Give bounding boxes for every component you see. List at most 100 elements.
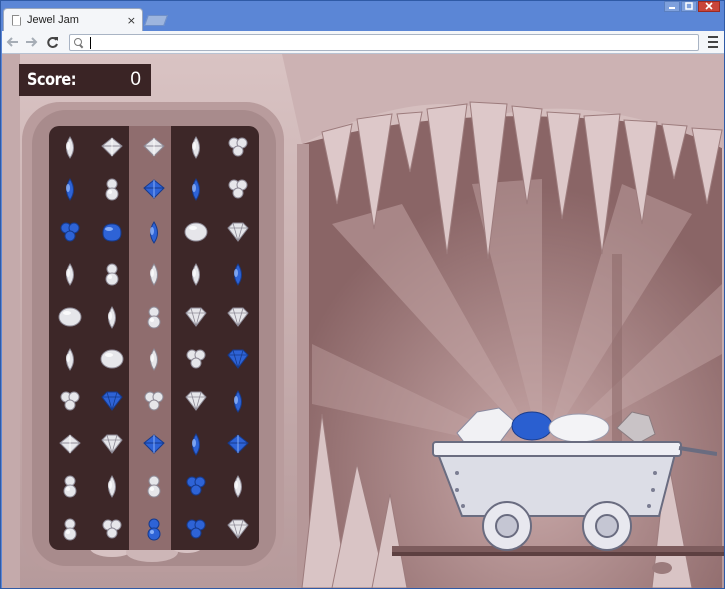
gem-cell[interactable] — [91, 465, 133, 507]
cart-gem-oval — [548, 413, 610, 443]
teardrop-blue-icon — [234, 263, 242, 287]
gem-cell[interactable] — [175, 296, 217, 338]
browser-window: Jewel Jam × Score: 0 — [0, 0, 725, 589]
cart-diamond-white — [456, 407, 516, 447]
gem-grid[interactable] — [49, 126, 259, 550]
sphere-pair-white-icon — [63, 475, 77, 498]
gem-cell[interactable] — [49, 296, 91, 338]
score-panel: Score: 0 — [19, 64, 151, 96]
gem-cell[interactable] — [175, 380, 217, 422]
gem-cell[interactable] — [217, 126, 259, 168]
address-bar[interactable] — [69, 34, 699, 51]
gem-cell[interactable] — [217, 423, 259, 465]
gem-cell[interactable] — [217, 465, 259, 507]
forward-button[interactable] — [22, 32, 42, 52]
teardrop-white-icon — [108, 475, 116, 499]
gem-cell[interactable] — [49, 211, 91, 253]
sphere-white-icon — [100, 349, 124, 369]
gem-cell[interactable] — [133, 423, 175, 465]
gem-cell[interactable] — [217, 296, 259, 338]
gem-cell[interactable] — [49, 423, 91, 465]
gem-cell[interactable] — [175, 338, 217, 380]
gem-cell[interactable] — [133, 211, 175, 253]
pyramid-white-icon — [59, 434, 81, 454]
diamond-white-icon — [227, 222, 249, 242]
diamond-white-icon — [185, 307, 207, 327]
close-icon — [705, 2, 713, 10]
gem-cell[interactable] — [133, 508, 175, 550]
gem-cell[interactable] — [91, 338, 133, 380]
gem-cell[interactable] — [133, 338, 175, 380]
gem-cell[interactable] — [175, 253, 217, 295]
score-value: 0 — [130, 69, 141, 90]
maximize-button[interactable] — [681, 1, 697, 12]
gem-cell[interactable] — [49, 168, 91, 210]
close-window-button[interactable] — [698, 1, 720, 12]
gem-cell[interactable] — [91, 380, 133, 422]
gem-cell[interactable] — [91, 253, 133, 295]
maximize-icon — [685, 2, 693, 10]
gem-cell[interactable] — [91, 423, 133, 465]
diamond-white-icon — [227, 519, 249, 539]
gem-cell[interactable] — [133, 296, 175, 338]
teardrop-white-icon — [108, 305, 116, 329]
diamond-white-icon — [227, 307, 249, 327]
gem-cell[interactable] — [217, 508, 259, 550]
teardrop-white-icon — [192, 136, 200, 159]
diamond-white-icon — [101, 434, 123, 454]
triangle-cluster-blue-icon — [186, 519, 206, 539]
gem-cell[interactable] — [175, 508, 217, 550]
game-board[interactable] — [49, 126, 259, 550]
gem-cell[interactable] — [91, 168, 133, 210]
browser-tab[interactable]: Jewel Jam × — [3, 8, 143, 31]
gem-cell[interactable] — [175, 465, 217, 507]
gem-cell[interactable] — [133, 126, 175, 168]
gem-cell[interactable] — [133, 253, 175, 295]
blob-blue-icon — [102, 223, 122, 242]
minimize-button[interactable] — [664, 1, 680, 12]
gem-cell[interactable] — [91, 126, 133, 168]
gem-cell[interactable] — [217, 253, 259, 295]
page-icon — [12, 14, 21, 26]
gem-cell[interactable] — [217, 168, 259, 210]
new-tab-button[interactable] — [143, 15, 169, 26]
pyramid-white-icon — [143, 137, 165, 157]
triangle-cluster-white-icon — [228, 179, 248, 199]
teardrop-white-icon — [66, 348, 74, 371]
triangle-cluster-blue-icon — [60, 222, 80, 242]
sphere-pair-blue-icon — [147, 518, 161, 541]
tab-close-button[interactable]: × — [127, 14, 136, 27]
teardrop-blue-icon — [234, 390, 242, 414]
gem-cell[interactable] — [217, 338, 259, 380]
gem-cell[interactable] — [217, 211, 259, 253]
tab-title: Jewel Jam — [27, 14, 79, 26]
gem-cell[interactable] — [175, 168, 217, 210]
sphere-pair-white-icon — [105, 263, 119, 286]
diamond-blue-icon — [227, 349, 249, 369]
gem-cell[interactable] — [49, 126, 91, 168]
gem-cell[interactable] — [49, 508, 91, 550]
gem-cell[interactable] — [175, 126, 217, 168]
gem-cell[interactable] — [49, 465, 91, 507]
gem-cell[interactable] — [175, 211, 217, 253]
gem-cell[interactable] — [133, 380, 175, 422]
teardrop-blue-icon — [66, 178, 74, 202]
gem-cell[interactable] — [175, 423, 217, 465]
gem-cell[interactable] — [49, 253, 91, 295]
hamburger-menu-icon[interactable] — [708, 36, 718, 48]
pyramid-blue-icon — [143, 179, 165, 200]
diamond-blue-icon — [101, 391, 123, 412]
gem-cell[interactable] — [217, 380, 259, 422]
gem-cell[interactable] — [91, 296, 133, 338]
gem-cell[interactable] — [133, 465, 175, 507]
teardrop-white-icon — [192, 263, 200, 287]
gem-cell[interactable] — [49, 338, 91, 380]
cart-gem-rough — [616, 411, 656, 445]
gem-cell[interactable] — [91, 508, 133, 550]
back-button[interactable] — [2, 32, 22, 52]
back-arrow-icon — [6, 37, 18, 47]
gem-cell[interactable] — [133, 168, 175, 210]
gem-cell[interactable] — [91, 211, 133, 253]
reload-button[interactable] — [42, 32, 62, 52]
gem-cell[interactable] — [49, 380, 91, 422]
